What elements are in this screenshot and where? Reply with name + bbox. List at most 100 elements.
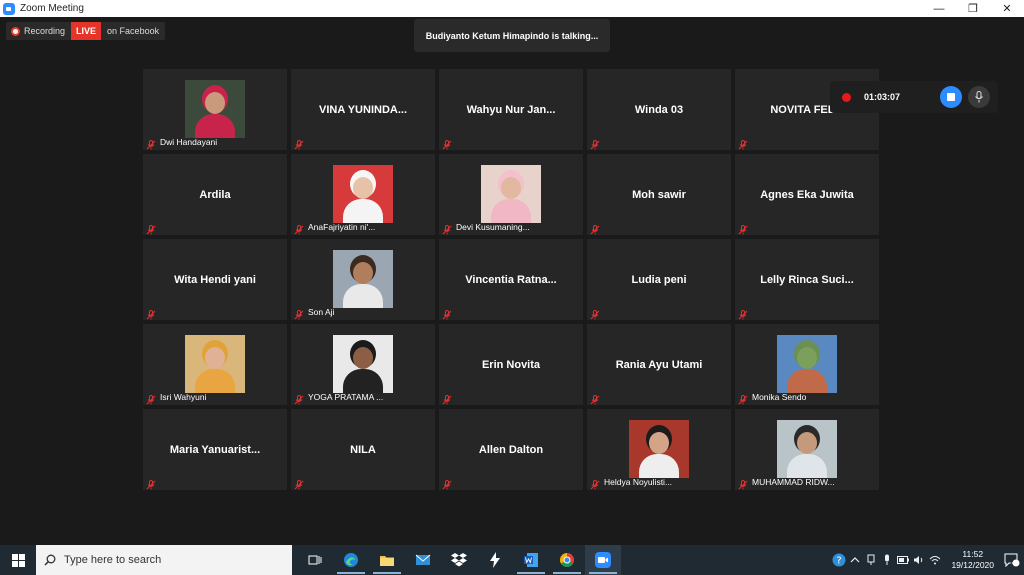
edge-taskbar-button[interactable] [333,545,369,575]
participant-tile[interactable]: Ardila [143,154,287,235]
participant-tile[interactable]: Isri Wahyuni [143,324,287,405]
participant-body [639,454,679,478]
gallery-view-grid: Dwi Handayani VINA YUNINDA... Wahyu Nur Ja… [143,69,879,490]
participant-name-label: AnaFajriyatin ni'... [308,222,376,232]
participant-status-bar: Monika Sendo [738,391,806,405]
participant-tile[interactable]: Lelly Rinca Suci... [735,239,879,320]
meeting-area: Recording LIVE on Facebook Budiyanto Ket… [0,17,1024,545]
participant-status-bar: Son Aji [294,306,334,320]
participant-status-bar [590,136,600,150]
restore-button[interactable]: ❐ [956,0,990,17]
participant-tile[interactable]: Vincentia Ratna... [439,239,583,320]
participant-tile[interactable]: MUHAMMAD RIDW... [735,409,879,490]
participant-tile[interactable]: Agnes Eka Juwita [735,154,879,235]
battery-tray-button[interactable] [895,545,911,575]
action-center-button[interactable]: 1 [1000,545,1024,575]
participant-head [649,432,669,454]
dropbox-taskbar-button[interactable] [441,545,477,575]
participant-tile[interactable]: Wahyu Nur Jan... [439,69,583,150]
word-taskbar-button[interactable] [513,545,549,575]
participant-tile[interactable]: Wita Hendi yani [143,239,287,320]
volume-tray-button[interactable] [911,545,927,575]
help-tray-button[interactable]: ? [831,545,847,575]
microphone-icon [975,91,983,103]
muted-mic-icon [146,137,156,150]
minimize-button[interactable]: — [922,0,956,17]
recording-status[interactable]: Recording LIVE on Facebook [6,22,166,40]
participant-tile[interactable]: Ludia peni [587,239,731,320]
live-badge[interactable]: LIVE [71,22,102,40]
word-icon [524,553,538,567]
participant-tile[interactable]: VINA YUNINDA... [291,69,435,150]
mail-icon [415,554,431,565]
participant-status-bar [738,136,748,150]
chrome-taskbar-button[interactable] [549,545,585,575]
muted-mic-icon [738,477,748,490]
svg-text:?: ? [837,556,842,567]
participant-video [333,165,393,223]
wifi-icon [930,556,941,565]
recording-mic-button[interactable] [968,86,990,108]
participant-body [343,369,383,393]
muted-mic-icon [590,477,600,490]
muted-mic-icon [738,222,748,235]
zoom-taskbar-button[interactable] [585,545,621,575]
participant-name: Wahyu Nur Jan... [466,103,556,116]
speaker-icon [914,556,923,564]
participant-status-bar [294,136,304,150]
stop-recording-button[interactable] [940,86,962,108]
participant-name: Vincentia Ratna... [465,273,557,286]
participant-name: Rania Ayu Utami [615,358,703,371]
show-hidden-icons-button[interactable] [847,545,863,575]
participant-status-bar [294,476,304,490]
participant-tile[interactable]: Son Aji [291,239,435,320]
participant-tile[interactable]: Allen Dalton [439,409,583,490]
lightning-icon [490,552,500,568]
participant-tile[interactable]: YOGA PRATAMA ... [291,324,435,405]
participant-tile[interactable]: Heldya Noyulisti... [587,409,731,490]
recording-label: Recording [24,26,66,36]
participant-body [343,199,383,223]
participant-tile[interactable]: Erin Novita [439,324,583,405]
zoom-icon [595,552,611,568]
usb-tray-button[interactable] [863,545,879,575]
participant-status-bar [738,306,748,320]
participant-status-bar [590,391,600,405]
task-view-icon [308,555,322,565]
participant-status-bar [146,221,156,235]
participant-name: Erin Novita [481,358,541,371]
close-button[interactable]: ✕ [990,0,1024,17]
participant-status-bar [590,221,600,235]
taskbar-search-box[interactable]: Type here to search [36,545,292,575]
recording-timer: 01:03:07 [864,92,901,102]
stop-icon [947,93,955,101]
participant-tile[interactable]: Dwi Handayani [143,69,287,150]
participant-name-label: Heldya Noyulisti... [604,477,673,487]
muted-mic-icon [442,222,452,235]
participant-status-bar [146,476,156,490]
participant-tile[interactable]: Winda 03 [587,69,731,150]
taskbar-clock[interactable]: 11:52 19/12/2020 [951,549,994,571]
participant-tile[interactable]: AnaFajriyatin ni'... [291,154,435,235]
participant-head [353,262,373,284]
participant-video [777,420,837,478]
mail-taskbar-button[interactable] [405,545,441,575]
file-explorer-taskbar-button[interactable] [369,545,405,575]
network-tray-button[interactable] [927,545,943,575]
participant-status-bar: Heldya Noyulisti... [590,476,673,490]
muted-mic-icon [294,222,304,235]
participant-tile[interactable]: Maria Yanuarist... [143,409,287,490]
muted-mic-icon [738,392,748,405]
participant-name: Maria Yanuarist... [169,443,261,456]
participant-tile[interactable]: Moh sawir [587,154,731,235]
participant-tile[interactable]: Devi Kusumaning... [439,154,583,235]
help-icon: ? [832,553,846,567]
start-button[interactable] [0,545,36,575]
task-view-button[interactable] [297,545,333,575]
participant-tile[interactable]: Monika Sendo [735,324,879,405]
lightning-app-taskbar-button[interactable] [477,545,513,575]
dropbox-icon [451,553,467,567]
participant-tile[interactable]: NILA [291,409,435,490]
participant-tile[interactable]: Rania Ayu Utami [587,324,731,405]
mic-tray-button[interactable] [879,545,895,575]
